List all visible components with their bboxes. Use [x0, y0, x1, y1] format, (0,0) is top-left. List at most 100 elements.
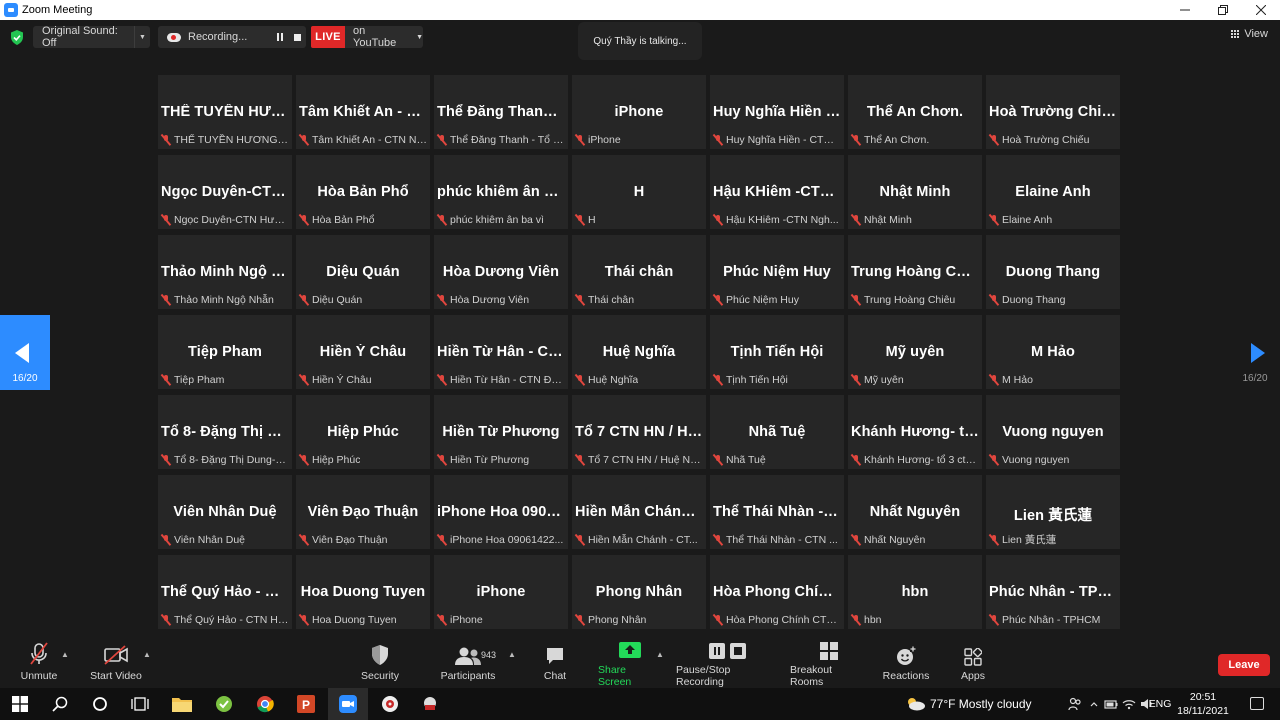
participant-tile[interactable]: Tịnh Tiến Hội Tịnh Tiến Hội	[710, 315, 844, 389]
minimize-button[interactable]	[1166, 0, 1204, 20]
participant-tile[interactable]: iPhone iPhone	[572, 75, 706, 149]
participant-tile[interactable]: Thảo Minh Ngộ Nhẫn Thảo Minh Ngộ Nhẫn	[158, 235, 292, 309]
participant-tile[interactable]: Hiền Mẫn Chánh - CT Hiền Mẫn Chánh - CT..…	[572, 475, 706, 549]
apps-button[interactable]: Apps	[956, 638, 990, 688]
participants-caret-icon[interactable]: ▲	[508, 650, 516, 659]
participant-tile[interactable]: Nhật Minh Nhật Minh	[848, 155, 982, 229]
start-video-button[interactable]: Start Video	[88, 638, 144, 688]
participant-tile[interactable]: Thể Quý Hảo - CTN Huế Thể Quý Hảo - CTN H…	[158, 555, 292, 629]
close-button[interactable]	[1242, 0, 1280, 20]
participant-tile[interactable]: Trung Hoàng Chiêu Trung Hoàng Chiêu	[848, 235, 982, 309]
participant-tile[interactable]: iPhone iPhone	[434, 555, 568, 629]
breakout-rooms-button[interactable]: Breakout Rooms	[790, 638, 868, 688]
people-icon[interactable]	[1068, 697, 1082, 711]
unmute-button[interactable]: Unmute	[18, 638, 60, 688]
participant-tile[interactable]: Tâm Khiết An - CTN Nh Tâm Khiết An - CTN …	[296, 75, 430, 149]
powerpoint-icon[interactable]: P	[286, 688, 326, 720]
participant-tile[interactable]: Phúc Niệm Huy Phúc Niệm Huy	[710, 235, 844, 309]
pause-stop-recording-button[interactable]: Pause/Stop Recording	[676, 638, 780, 688]
zoom-taskbar-icon[interactable]	[328, 688, 368, 720]
live-stream-indicator[interactable]: LIVE on YouTube ▼	[311, 25, 423, 49]
encryption-shield-icon[interactable]	[10, 30, 24, 45]
participant-name-label: Thể Đăng Thanh - Tổ 6...	[450, 133, 565, 146]
notification-center-icon[interactable]	[1250, 697, 1264, 710]
participant-tile[interactable]: Diệu Quán Diệu Quán	[296, 235, 430, 309]
next-page-button[interactable]: 16/20	[1230, 315, 1280, 390]
participant-tile[interactable]: HH	[572, 155, 706, 229]
participant-tile[interactable]: Phúc Nhân - TPHCM Phúc Nhân - TPHCM	[986, 555, 1120, 629]
video-options-caret-icon[interactable]: ▲	[143, 650, 151, 659]
participant-tile[interactable]: Hậu KHiêm -CTN Ngh Hậu KHiêm -CTN Ngh...	[710, 155, 844, 229]
participant-tile[interactable]: Phong Nhân Phong Nhân	[572, 555, 706, 629]
participant-tile[interactable]: Thể Đăng Thanh - Tổ 6 Thể Đăng Thanh - Tổ…	[434, 75, 568, 149]
participant-tile[interactable]: Thái chân Thái chân	[572, 235, 706, 309]
participant-tile[interactable]: Hiền Từ Phương Hiền Từ Phương	[434, 395, 568, 469]
participant-tile[interactable]: Nhất Nguyên Nhất Nguyên	[848, 475, 982, 549]
participant-tile[interactable]: phúc khiêm ân ba vì phúc khiêm ân ba vì	[434, 155, 568, 229]
participant-tile[interactable]: Tiệp Pham Tiệp Pham	[158, 315, 292, 389]
media-player-icon[interactable]	[370, 688, 410, 720]
participant-tile[interactable]: M Hảo M Hảo	[986, 315, 1120, 389]
leave-button[interactable]: Leave	[1218, 654, 1270, 676]
participant-tile[interactable]: hbn hbn	[848, 555, 982, 629]
microphone-muted-icon	[299, 214, 309, 226]
chrome-icon[interactable]	[245, 688, 285, 720]
participants-button[interactable]: Participants	[438, 638, 498, 688]
participant-name-label: hbn	[864, 613, 882, 626]
participant-tile[interactable]: Thể Thái Nhàn - CTN Thể Thái Nhàn - CTN .…	[710, 475, 844, 549]
participant-tile[interactable]: Hòa Phong Chính CTN Hòa Phong Chính CTN..…	[710, 555, 844, 629]
cortana-icon[interactable]	[80, 688, 120, 720]
participant-name-label: Vuong nguyen	[1002, 453, 1070, 466]
participant-tile[interactable]: Thể An Chơn. Thể An Chơn.	[848, 75, 982, 149]
previous-page-button[interactable]: 16/20	[0, 315, 50, 390]
security-button[interactable]: Security	[358, 638, 402, 688]
participant-tile[interactable]: Viên Đạo Thuận Viên Đạo Thuận	[296, 475, 430, 549]
original-sound-button[interactable]: Original Sound: Off ▼	[33, 25, 150, 49]
task-view-icon[interactable]	[120, 688, 160, 720]
weather-widget[interactable]: 77°F Mostly cloudy	[930, 688, 1032, 720]
participant-tile[interactable]: Elaine Anh Elaine Anh	[986, 155, 1120, 229]
maximize-button[interactable]	[1204, 0, 1242, 20]
pause-recording-icon[interactable]	[272, 33, 288, 41]
reactions-button[interactable]: Reactions	[882, 638, 930, 688]
participant-tile[interactable]: Ngọc Duyên-CTN Hươ Ngọc Duyên-CTN Hươ...	[158, 155, 292, 229]
audio-options-caret-icon[interactable]: ▲	[61, 650, 69, 659]
chat-button[interactable]: Chat	[536, 638, 574, 688]
participant-tile[interactable]: Hòa Bản Phổ Hòa Bản Phổ	[296, 155, 430, 229]
original-sound-caret-icon[interactable]: ▼	[134, 26, 150, 48]
participant-tile[interactable]: Hiền Từ Hân - CTN Đài Hiền Từ Hân - CTN Đ…	[434, 315, 568, 389]
battery-icon[interactable]	[1104, 697, 1118, 711]
taskbar-clock[interactable]: 20:51 18/11/2021	[1174, 690, 1232, 718]
sticky-app-icon[interactable]	[204, 688, 244, 720]
participant-tile[interactable]: Tổ 8- Đặng Thị Dung-P Tổ 8- Đặng Thị Dung…	[158, 395, 292, 469]
language-indicator[interactable]: ENG	[1149, 688, 1172, 720]
app-icon[interactable]	[410, 688, 450, 720]
participant-tile[interactable]: Hoa Duong Tuyen Hoa Duong Tuyen	[296, 555, 430, 629]
participant-tile[interactable]: Viên Nhân Duệ Viên Nhân Duệ	[158, 475, 292, 549]
participant-tile[interactable]: Hiệp Phúc Hiệp Phúc	[296, 395, 430, 469]
participant-tile[interactable]: Mỹ uyên Mỹ uyên	[848, 315, 982, 389]
participant-tile[interactable]: Tổ 7 CTN HN / Huệ Nh Tổ 7 CTN HN / Huệ Nh…	[572, 395, 706, 469]
participant-tile[interactable]: Huệ Nghĩa Huệ Nghĩa	[572, 315, 706, 389]
participant-tile[interactable]: Nhã Tuệ Nhã Tuệ	[710, 395, 844, 469]
participant-tile[interactable]: Hòa Dương Viên Hòa Dương Viên	[434, 235, 568, 309]
participant-tile[interactable]: Hiền Ý Châu Hiền Ý Châu	[296, 315, 430, 389]
stop-recording-icon[interactable]	[288, 33, 306, 41]
wifi-icon[interactable]	[1122, 697, 1136, 711]
participant-tile[interactable]: iPhone Hoa 090614223 iPhone Hoa 09061422.…	[434, 475, 568, 549]
view-button[interactable]: View	[1231, 28, 1268, 40]
participant-tile[interactable]: THỂ TUYỀN HƯƠNG C THỂ TUYỀN HƯƠNG C...	[158, 75, 292, 149]
share-screen-button[interactable]: Share Screen	[598, 638, 662, 688]
file-explorer-icon[interactable]	[162, 688, 202, 720]
chevron-up-icon[interactable]	[1090, 697, 1098, 711]
participant-tile[interactable]: Vuong nguyen Vuong nguyen	[986, 395, 1120, 469]
live-destination[interactable]: on YouTube ▼	[345, 25, 423, 49]
participant-tile[interactable]: Hoà Trường Chiếu Hoà Trường Chiếu	[986, 75, 1120, 149]
participant-tile[interactable]: Khánh Hương- tổ 3 ctn Khánh Hương- tổ 3 c…	[848, 395, 982, 469]
windows-start-icon[interactable]	[0, 688, 40, 720]
search-icon[interactable]	[40, 688, 80, 720]
share-options-caret-icon[interactable]: ▲	[656, 650, 664, 659]
participant-tile[interactable]: Huy Nghĩa Hiền - CTN Huy Nghĩa Hiền - CTN…	[710, 75, 844, 149]
participant-tile[interactable]: Duong Thang Duong Thang	[986, 235, 1120, 309]
participant-tile[interactable]: Lien 黃氏蓮 Lien 黃氏蓮	[986, 475, 1120, 549]
